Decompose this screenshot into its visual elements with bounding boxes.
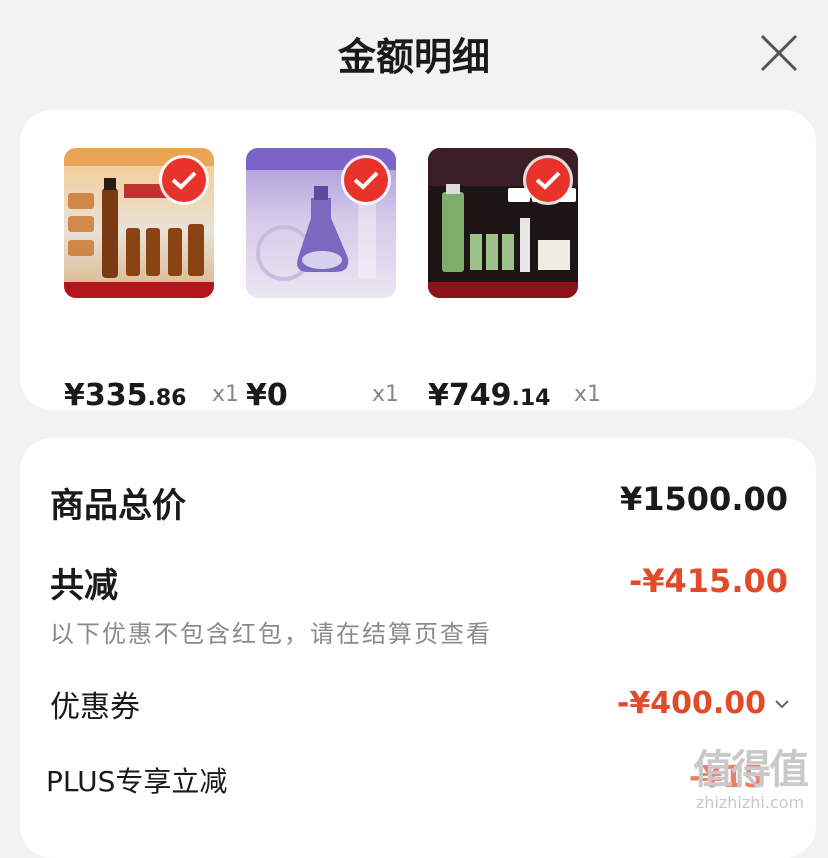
- product-image[interactable]: [246, 148, 396, 298]
- product-image[interactable]: [64, 148, 214, 298]
- price: ¥749.14: [428, 378, 550, 413]
- close-icon[interactable]: [758, 32, 800, 74]
- checked-icon[interactable]: [526, 158, 570, 202]
- price: ¥335.86: [64, 378, 186, 413]
- price-row: ¥0 x1: [246, 378, 436, 418]
- watermark-logo: 值得值 zhizhizhi.com: [676, 748, 824, 828]
- price-decimal: .14: [511, 386, 551, 411]
- discount-note: 以下优惠不包含红包，请在结算页查看: [50, 620, 492, 648]
- quantity: x1: [212, 382, 240, 407]
- price-row: ¥335.86 x1: [64, 378, 254, 418]
- product-item[interactable]: ¥335.86 x1: [64, 148, 239, 413]
- checked-icon[interactable]: [162, 158, 206, 202]
- price: ¥0: [246, 378, 288, 413]
- price-row: ¥749.14 x1: [428, 378, 618, 418]
- reduce-value: -¥415.00: [628, 562, 788, 600]
- product-item[interactable]: ¥749.14 x1: [428, 148, 601, 413]
- price-integer: ¥749: [428, 378, 512, 413]
- price-decimal: .86: [147, 386, 187, 411]
- watermark-url: zhizhizhi.com: [695, 793, 805, 812]
- coupon-value[interactable]: -¥400.00: [617, 686, 766, 721]
- reduce-label: 共减: [50, 566, 118, 606]
- page-title: 金额明细: [337, 35, 490, 79]
- coupon-label[interactable]: 优惠券: [50, 682, 140, 726]
- price-integer: ¥335: [64, 378, 148, 413]
- total-value: ¥1500.00: [619, 480, 788, 518]
- plus-discount-label[interactable]: PLUS专享立减: [46, 760, 227, 800]
- product-item[interactable]: ¥0 x1: [246, 148, 399, 413]
- watermark-text: 值得值: [693, 747, 809, 793]
- chevron-down-icon[interactable]: [772, 694, 792, 714]
- checked-icon[interactable]: [344, 158, 388, 202]
- total-label: 商品总价: [50, 486, 186, 526]
- quantity: x1: [372, 382, 400, 407]
- quantity: x1: [574, 382, 602, 407]
- product-card: ¥335.86 x1 ¥0 x1 ¥749.14 x1: [20, 110, 816, 413]
- price-integer: ¥0: [246, 378, 288, 413]
- product-image[interactable]: [428, 148, 578, 298]
